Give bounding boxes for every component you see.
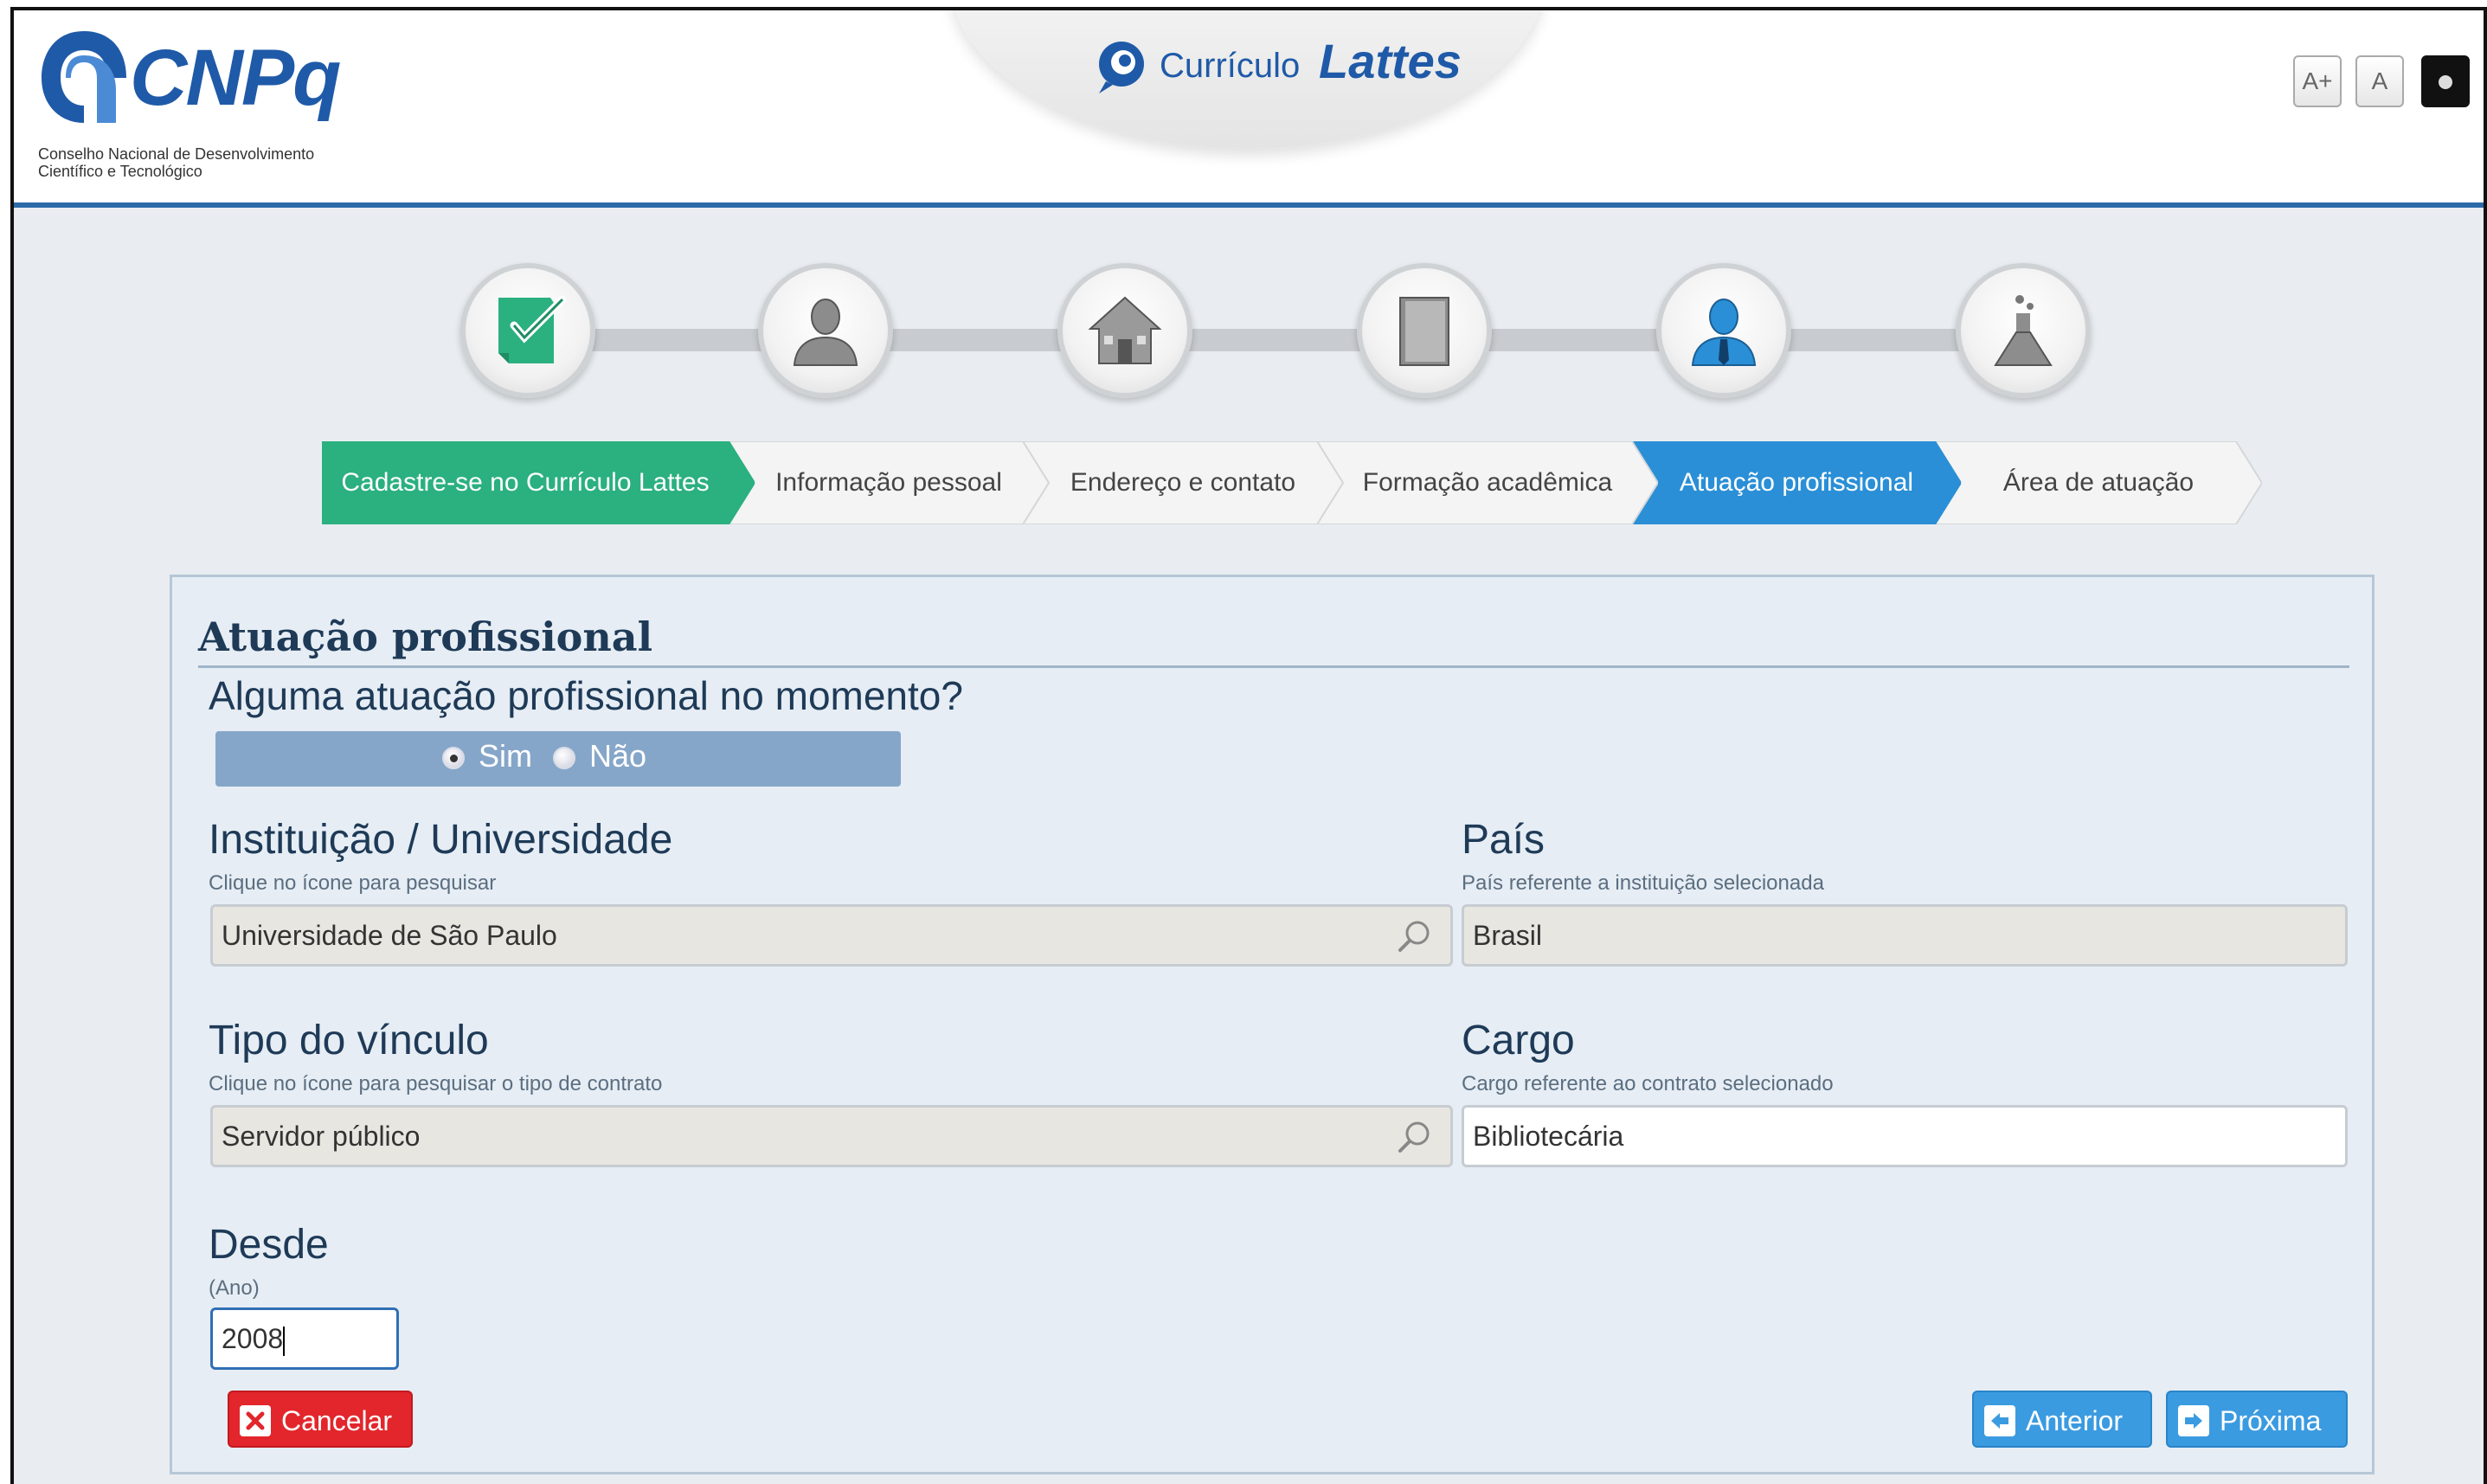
house-icon [1088, 296, 1162, 364]
step-tab-2[interactable]: Informação pessoal [729, 441, 1049, 524]
form-title: Atuação profissional [198, 614, 653, 660]
step-tab-label: Informação pessoal [775, 468, 1002, 497]
arrow-left-icon [1984, 1405, 2015, 1436]
title-divider [198, 665, 2349, 668]
institution-field[interactable]: Universidade de São Paulo [210, 904, 1453, 967]
country-hint: País referente a instituição selecionada [1462, 871, 1824, 895]
institution-value: Universidade de São Paulo [222, 920, 557, 951]
step-tab-5[interactable]: Atuação profissional [1632, 441, 1961, 524]
cnpq-emblem-icon [42, 31, 126, 123]
cancel-button[interactable]: Cancelar [228, 1391, 413, 1448]
institution-search-icon[interactable] [1395, 917, 1433, 955]
close-icon [240, 1405, 271, 1436]
step-tab-3[interactable]: Endereço e contato [1023, 441, 1343, 524]
logo-wordmark: CNPq [130, 34, 341, 122]
position-hint: Cargo referente ao contrato selecionado [1462, 1072, 1834, 1095]
since-year-value: 2008 [222, 1323, 284, 1354]
since-hint: (Ano) [209, 1276, 260, 1300]
institution-label: Instituição / Universidade [209, 817, 673, 863]
employment-question: Alguma atuação profissional no momento? [209, 673, 963, 718]
checklist-icon [498, 295, 566, 363]
step-2-icon-circle[interactable] [758, 263, 893, 398]
position-value: Bibliotecária [1473, 1121, 1624, 1152]
step-3-icon-circle[interactable] [1057, 263, 1192, 398]
step-tab-label: Área de atuação [2002, 468, 2195, 497]
flask-icon [1994, 295, 2053, 366]
step-4-icon-circle[interactable] [1357, 263, 1492, 398]
normal-font-button[interactable]: A [2355, 55, 2404, 107]
book-icon [1399, 297, 1449, 366]
previous-button-label: Anterior [2026, 1405, 2124, 1436]
country-label: País [1462, 817, 1546, 863]
bond-type-label: Tipo do vínculo [209, 1018, 489, 1063]
logo-subtitle-line-1: Conselho Nacional de Desenvolvimento [38, 145, 315, 163]
app-title-lattes: Lattes [1319, 34, 1462, 88]
text-cursor [283, 1326, 286, 1356]
cancel-button-label: Cancelar [281, 1405, 393, 1436]
radio-no-label[interactable]: Não [589, 738, 646, 774]
bond-type-search-icon[interactable] [1395, 1118, 1433, 1156]
step-tab-label: Formação acadêmica [1362, 468, 1613, 497]
step-5-icon-circle[interactable] [1656, 263, 1791, 398]
next-button-label: Próxima [2220, 1405, 2322, 1436]
institution-hint: Clique no ícone para pesquisar [209, 871, 497, 895]
step-6-icon-circle[interactable] [1956, 263, 2091, 398]
step-tab-1[interactable]: Cadastre-se no Currículo Lattes [322, 441, 755, 524]
browser-frame: CNPq Conselho Nacional de Desenvolviment… [10, 7, 2487, 1484]
person-icon [793, 299, 858, 366]
country-value: Brasil [1473, 920, 1543, 951]
professional-icon [1691, 299, 1757, 366]
country-field[interactable]: Brasil [1462, 904, 2348, 967]
site-header: CNPq Conselho Nacional de Desenvolviment… [14, 10, 2484, 208]
step-1-icon-circle[interactable] [460, 263, 595, 398]
cnpq-logo[interactable]: CNPq Conselho Nacional de Desenvolviment… [36, 26, 348, 190]
high-contrast-button[interactable] [2421, 55, 2470, 107]
position-label: Cargo [1462, 1018, 1575, 1063]
arrow-right-icon [2178, 1405, 2209, 1436]
since-year-field[interactable]: 2008 [210, 1307, 399, 1370]
bond-type-value: Servidor público [222, 1121, 421, 1152]
increase-font-button[interactable]: A+ [2293, 55, 2342, 107]
position-field[interactable]: Bibliotecária [1462, 1105, 2348, 1167]
previous-button[interactable]: Anterior [1972, 1391, 2152, 1448]
step-tab-4[interactable]: Formação acadêmica [1317, 441, 1658, 524]
contrast-icon [2439, 75, 2452, 89]
next-button[interactable]: Próxima [2166, 1391, 2348, 1448]
logo-subtitle-line-2: Científico e Tecnológico [38, 163, 202, 180]
employment-radio-group: Sim Não [215, 731, 901, 787]
radio-no[interactable] [553, 747, 575, 769]
form-panel: Atuação profissional Alguma atuação prof… [170, 575, 2375, 1474]
bond-type-field[interactable]: Servidor público [210, 1105, 1453, 1167]
bond-type-hint: Clique no ícone para pesquisar o tipo de… [209, 1072, 663, 1095]
lattes-logo-icon [1099, 42, 1144, 93]
step-tab-label: Endereço e contato [1070, 468, 1296, 497]
radio-yes-label[interactable]: Sim [479, 738, 532, 774]
step-tab-label: Cadastre-se no Currículo Lattes [341, 468, 710, 497]
radio-yes[interactable] [442, 747, 465, 769]
step-tab-label: Atuação profissional [1679, 468, 1914, 497]
step-tab-6[interactable]: Área de atuação [1935, 441, 2262, 524]
step-banner: Cadastre-se no Currículo Lattes Informaçã… [322, 441, 2262, 524]
since-label: Desde [209, 1222, 329, 1268]
app-title-curriculo: Currículo [1160, 47, 1301, 85]
